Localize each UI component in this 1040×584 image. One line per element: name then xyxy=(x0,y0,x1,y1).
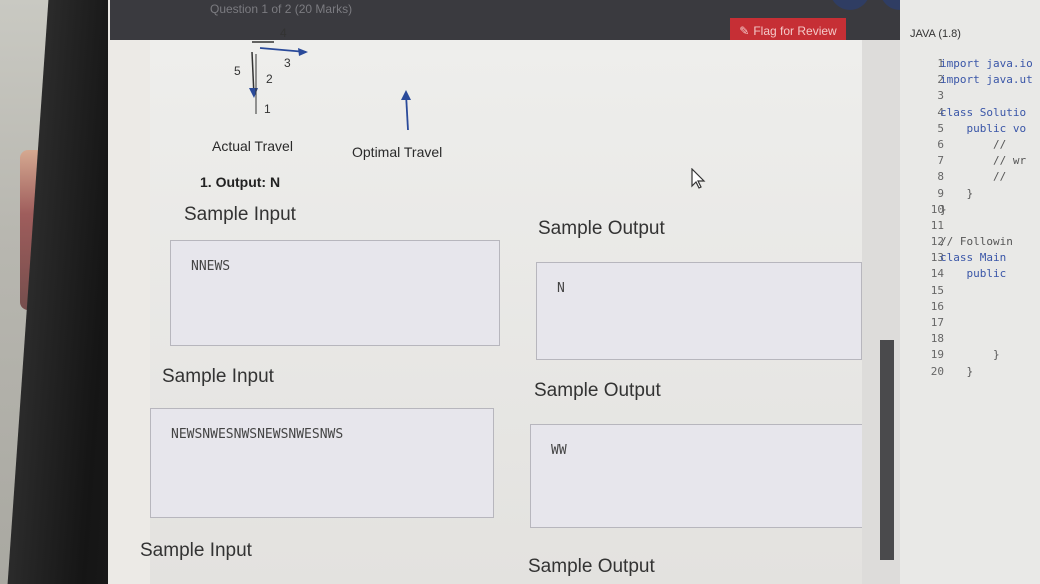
code-line: public vo xyxy=(940,121,1027,135)
sample-input-box[interactable]: NEWSNWESNWSNEWSNWESNWS xyxy=(150,408,494,518)
sample-output-box[interactable]: WW xyxy=(530,424,870,528)
scrollbar-thumb[interactable] xyxy=(880,340,894,560)
code-line: import java.ut xyxy=(940,73,1033,87)
output-line: 1. Output: N xyxy=(200,174,281,190)
sample-input-box[interactable]: NNEWS xyxy=(170,240,500,346)
code-line: } xyxy=(940,186,974,200)
travel-diagram xyxy=(249,41,411,131)
pin-icon: ✎ xyxy=(739,24,750,38)
diagram-label-1: 1 xyxy=(264,102,271,116)
code-line: public xyxy=(940,267,1007,281)
diagram-label-2: 2 xyxy=(266,72,273,86)
flag-label: Flag for Review xyxy=(753,24,837,38)
code-line: // xyxy=(940,170,1007,184)
code-line: class Solutio xyxy=(940,105,1027,119)
mouse-pointer-icon xyxy=(691,168,706,189)
language-select[interactable]: JAVA (1.8) xyxy=(910,28,961,40)
sample-output-value: N xyxy=(557,281,565,296)
sample-output-value: WW xyxy=(551,443,567,458)
code-area[interactable]: import java.io import java.ut class Soluti… xyxy=(940,56,1040,380)
code-line: } xyxy=(940,364,974,378)
question-title: Question 1 of 2 (20 Marks) xyxy=(210,2,353,16)
diagram-label-3: 3 xyxy=(284,56,291,70)
code-line: } xyxy=(940,202,947,216)
diagram-label-4: 4 xyxy=(280,26,287,40)
optimal-travel-caption: Optimal Travel xyxy=(352,144,443,160)
sample-input-label: Sample Input xyxy=(184,204,296,225)
sample-input-value: NNEWS xyxy=(191,259,231,274)
sample-input-label: Sample Input xyxy=(140,540,252,561)
code-line: import java.io xyxy=(940,57,1033,70)
question-panel: 4 3 5 2 1 Actual Travel Optimal Travel 1… xyxy=(140,26,870,584)
code-line: // wr xyxy=(940,154,1027,168)
sample-output-box[interactable]: N xyxy=(536,262,862,360)
sample-output-label: Sample Output xyxy=(528,556,655,577)
control-circle[interactable] xyxy=(830,0,870,10)
code-line: // Followin xyxy=(940,235,1013,249)
actual-travel-caption: Actual Travel xyxy=(212,138,293,154)
sample-output-label: Sample Output xyxy=(534,380,661,401)
sample-input-label: Sample Input xyxy=(162,366,274,387)
sample-input-value: NEWSNWESNWSNEWSNWESNWS xyxy=(171,427,344,442)
code-line: // xyxy=(940,137,1007,151)
code-line: } xyxy=(940,348,1000,362)
code-line: class Main xyxy=(940,251,1007,265)
sample-output-label: Sample Output xyxy=(538,218,665,239)
diagram-label-5: 5 xyxy=(234,64,241,78)
